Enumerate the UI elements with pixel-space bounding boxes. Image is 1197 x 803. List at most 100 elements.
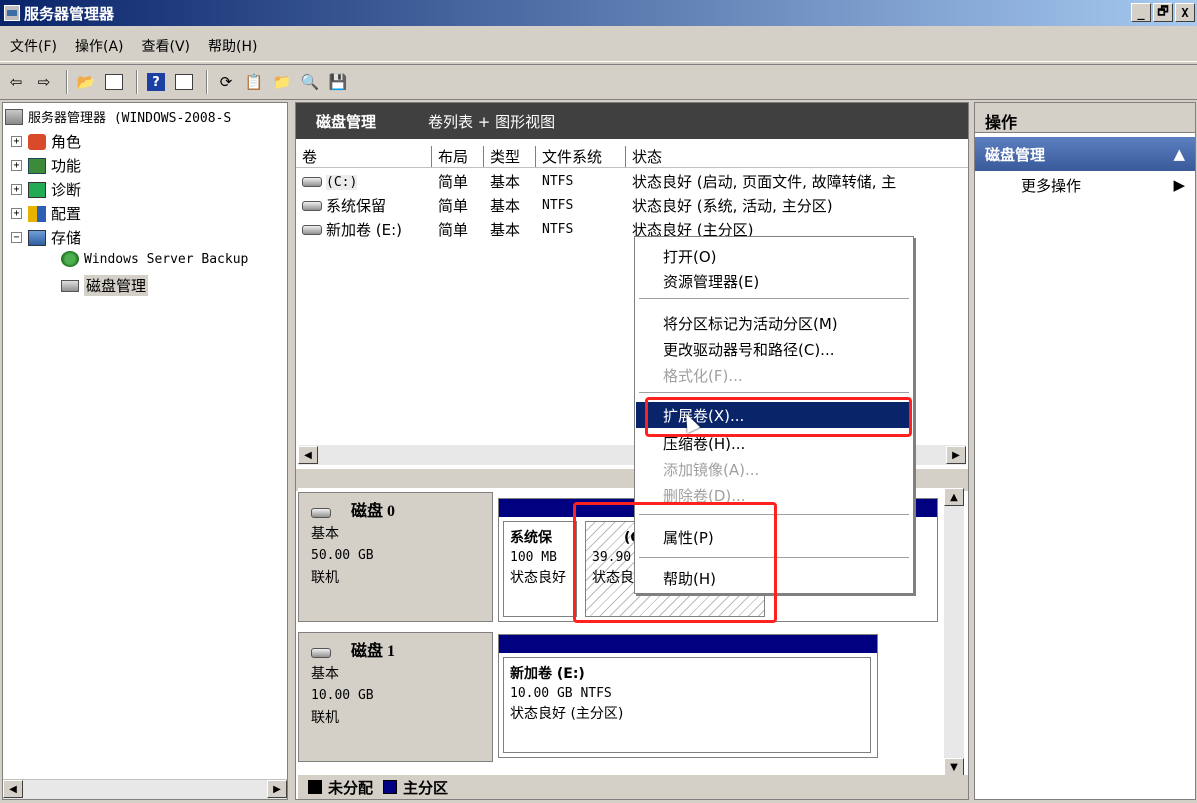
menu-action[interactable]: 操作(A) bbox=[75, 36, 124, 56]
actions-section-disk-management[interactable]: 磁盘管理 ▲ bbox=[975, 137, 1195, 171]
legend: 未分配 主分区 bbox=[298, 775, 968, 799]
disk-1-name: 磁盘 1 bbox=[351, 643, 396, 660]
scroll-left-icon[interactable]: ◀ bbox=[298, 446, 318, 464]
menu-item-add-mirror[interactable]: 添加镜像(A)... bbox=[636, 456, 912, 482]
help-icon[interactable]: ? bbox=[144, 70, 168, 94]
tree-label-diagnostics: 诊断 bbox=[51, 181, 82, 199]
title-bar: 服务器管理器 _ 🗗 X bbox=[0, 0, 1197, 26]
table-row[interactable]: (C:) 简单 基本 NTFS 状态良好 (启动, 页面文件, 故障转储, 主 bbox=[296, 170, 968, 192]
volume-list-header: 卷 布局 类型 文件系统 状态 bbox=[296, 146, 968, 168]
tree-horizontal-scrollbar[interactable]: ◀ ▶ bbox=[3, 779, 287, 799]
maximize-button[interactable]: 🗗 bbox=[1153, 3, 1173, 22]
table-row[interactable]: 系统保留 简单 基本 NTFS 状态良好 (系统, 活动, 主分区) bbox=[296, 194, 968, 216]
type-cell: 基本 bbox=[490, 172, 521, 191]
volume-cell: 系统保留 bbox=[296, 195, 432, 216]
diagnostics-icon bbox=[28, 181, 46, 198]
show-hide-action-pane-icon[interactable] bbox=[172, 70, 196, 94]
column-header-volume[interactable]: 卷 bbox=[296, 146, 432, 167]
server-icon bbox=[5, 108, 23, 125]
partition-e[interactable]: 新加卷 (E:) 10.00 GB NTFS 状态良好 (主分区) bbox=[503, 657, 871, 753]
tree-label-storage: 存储 bbox=[51, 229, 82, 247]
disk-view-vertical-scrollbar[interactable]: ▲ ▼ bbox=[944, 488, 964, 776]
disk-1-info[interactable]: 磁盘 1 基本 10.00 GB 联机 bbox=[298, 632, 493, 762]
disk-icon[interactable]: 💾 bbox=[326, 70, 350, 94]
disk-icon bbox=[311, 648, 331, 658]
disk-0-kind: 基本 bbox=[311, 526, 339, 542]
toolbar-separator bbox=[136, 70, 138, 94]
expand-icon[interactable]: + bbox=[11, 160, 22, 171]
scroll-right-icon[interactable]: ▶ bbox=[946, 446, 966, 464]
tree-item-disk-management[interactable]: 磁盘管理 bbox=[61, 275, 149, 296]
forward-arrow-icon[interactable]: ⇨ bbox=[32, 70, 56, 94]
menu-item-open[interactable]: 打开(O) bbox=[636, 243, 912, 269]
column-header-type[interactable]: 类型 bbox=[484, 146, 536, 167]
backup-icon bbox=[61, 251, 79, 267]
console-tree: 服务器管理器 (WINDOWS-2008-S + 角色 + 功能 + 诊断 + … bbox=[2, 102, 288, 800]
actions-pane: 操作 磁盘管理 ▲ 更多操作 ▶ bbox=[974, 102, 1196, 800]
expand-icon[interactable]: + bbox=[11, 208, 22, 219]
disk-1-partitions: 新加卷 (E:) 10.00 GB NTFS 状态良好 (主分区) bbox=[498, 634, 878, 758]
menu-bar: 文件(F) 操作(A) 查看(V) 帮助(H) bbox=[0, 30, 1197, 62]
tree-item-storage[interactable]: − 存储 bbox=[11, 227, 81, 248]
properties-icon[interactable]: 📋 bbox=[242, 70, 266, 94]
legend-unallocated: 未分配 bbox=[308, 777, 373, 798]
refresh-icon[interactable]: ⟳ bbox=[214, 70, 238, 94]
scroll-down-icon[interactable]: ▼ bbox=[944, 758, 964, 776]
menu-item-explorer[interactable]: 资源管理器(E) bbox=[636, 268, 912, 294]
window-title: 服务器管理器 bbox=[24, 4, 115, 23]
menu-item-change-drive-letter[interactable]: 更改驱动器号和路径(C)... bbox=[636, 336, 912, 362]
volume-cell: (C:) bbox=[296, 172, 432, 190]
disk-0-name: 磁盘 0 bbox=[351, 503, 396, 520]
menu-view[interactable]: 查看(V) bbox=[142, 36, 191, 56]
menu-item-mark-active[interactable]: 将分区标记为活动分区(M) bbox=[636, 310, 912, 336]
tree-label-backup: Windows Server Backup bbox=[84, 251, 249, 267]
collapse-up-icon[interactable]: ▲ bbox=[1173, 145, 1185, 163]
menu-item-format[interactable]: 格式化(F)... bbox=[636, 362, 912, 388]
partition-system-reserved[interactable]: 系统保 100 MB 状态良好 bbox=[503, 521, 577, 617]
tree-item-diagnostics[interactable]: + 诊断 bbox=[11, 179, 81, 200]
close-button[interactable]: X bbox=[1175, 3, 1195, 22]
roles-icon bbox=[28, 133, 46, 150]
tree-item-windows-server-backup[interactable]: Windows Server Backup bbox=[61, 251, 248, 267]
column-header-layout[interactable]: 布局 bbox=[432, 146, 484, 167]
actions-section-label: 磁盘管理 bbox=[985, 145, 1046, 164]
expand-icon[interactable]: + bbox=[11, 136, 22, 147]
back-arrow-icon[interactable]: ⇦ bbox=[4, 70, 28, 94]
volume-icon bbox=[302, 225, 322, 235]
show-hide-tree-icon[interactable] bbox=[102, 70, 126, 94]
highlight-c-partition bbox=[573, 502, 777, 623]
menu-file[interactable]: 文件(F) bbox=[10, 36, 57, 56]
filesystem-cell: NTFS bbox=[542, 221, 574, 237]
column-header-filesystem[interactable]: 文件系统 bbox=[536, 146, 626, 167]
status-cell: 状态良好 (启动, 页面文件, 故障转储, 主 bbox=[632, 172, 897, 191]
tree-item-configuration[interactable]: + 配置 bbox=[11, 203, 81, 224]
up-folder-icon[interactable]: 📂 bbox=[74, 70, 98, 94]
collapse-icon[interactable]: − bbox=[11, 232, 22, 243]
scroll-up-icon[interactable]: ▲ bbox=[944, 488, 964, 506]
menu-separator bbox=[639, 298, 909, 299]
disk-1-kind: 基本 bbox=[311, 666, 339, 682]
actions-header: 操作 bbox=[975, 103, 1195, 133]
menu-help[interactable]: 帮助(H) bbox=[208, 36, 257, 56]
open-folder-icon[interactable]: 📁 bbox=[270, 70, 294, 94]
tree-item-features[interactable]: + 功能 bbox=[11, 155, 81, 176]
search-icon[interactable]: 🔍 bbox=[298, 70, 322, 94]
disk-1-size: 10.00 GB bbox=[311, 688, 374, 703]
scroll-left-icon[interactable]: ◀ bbox=[3, 780, 23, 798]
tree-label-features: 功能 bbox=[51, 157, 82, 175]
scroll-right-icon[interactable]: ▶ bbox=[267, 780, 287, 798]
minimize-button[interactable]: _ bbox=[1131, 3, 1151, 22]
column-header-status[interactable]: 状态 bbox=[626, 146, 966, 167]
more-actions-item[interactable]: 更多操作 ▶ bbox=[975, 171, 1195, 199]
tree-item-roles[interactable]: + 角色 bbox=[11, 131, 81, 152]
disk-0-state: 联机 bbox=[311, 570, 339, 586]
submenu-arrow-icon: ▶ bbox=[1173, 176, 1185, 194]
expand-icon[interactable]: + bbox=[11, 184, 22, 195]
volume-icon bbox=[302, 201, 322, 211]
disk-0-info[interactable]: 磁盘 0 基本 50.00 GB 联机 bbox=[298, 492, 493, 622]
tree-item-server-manager[interactable]: 服务器管理器 (WINDOWS-2008-S bbox=[5, 107, 231, 126]
storage-icon bbox=[28, 229, 46, 246]
disk-management-icon bbox=[61, 279, 79, 292]
toolbar: ⇦ ⇨ 📂 ? ⟳ 📋 📁 🔍 💾 bbox=[0, 64, 1197, 100]
disk-1-state: 联机 bbox=[311, 710, 339, 726]
